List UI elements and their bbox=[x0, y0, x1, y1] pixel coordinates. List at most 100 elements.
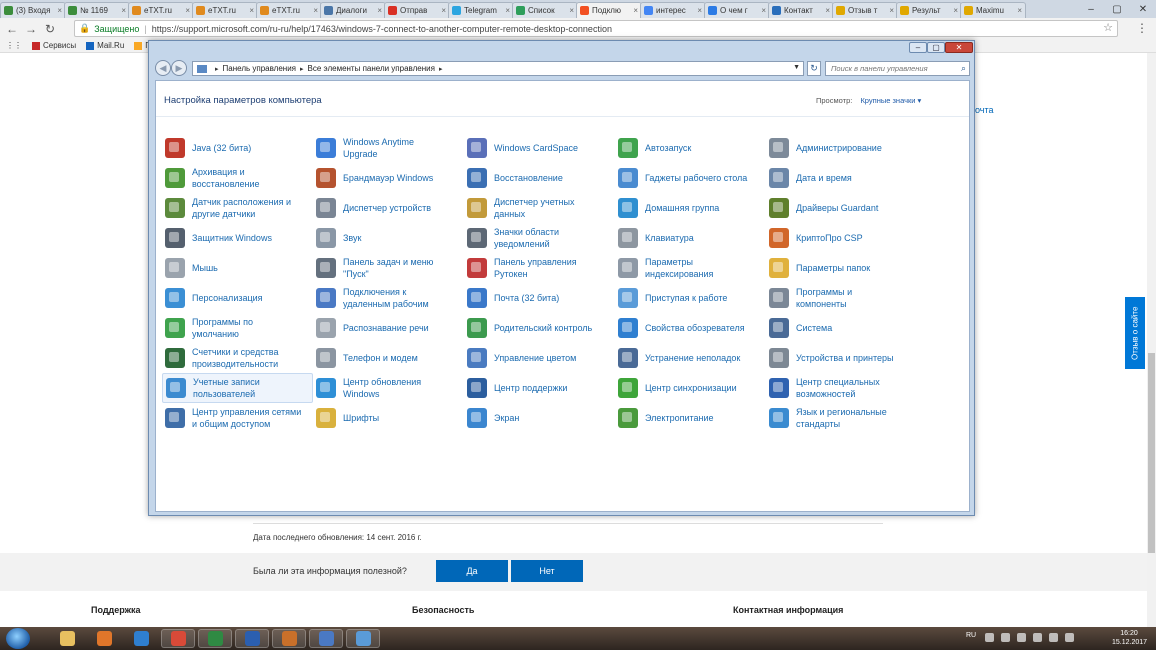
browser-tab[interactable]: eTXT.ru × bbox=[192, 2, 258, 18]
tab-close-icon[interactable]: × bbox=[249, 6, 254, 15]
control-panel-item[interactable]: Персонализация bbox=[162, 283, 313, 313]
taskbar-app-button[interactable] bbox=[50, 629, 84, 648]
reload-icon[interactable]: ↻ bbox=[42, 21, 58, 37]
taskbar-app-button[interactable] bbox=[309, 629, 343, 648]
control-panel-item[interactable]: Электропитание bbox=[615, 403, 766, 433]
control-panel-item[interactable]: Дата и время bbox=[766, 163, 917, 193]
flag-icon[interactable] bbox=[985, 633, 994, 642]
browser-tab[interactable]: Подклю × bbox=[576, 2, 642, 18]
back-arrow-icon[interactable]: ← bbox=[4, 21, 20, 37]
control-panel-item[interactable]: Java (32 бита) bbox=[162, 133, 313, 163]
network-icon[interactable] bbox=[1017, 633, 1026, 642]
chevron-down-icon[interactable]: ▼ bbox=[793, 64, 800, 71]
forward-arrow-icon[interactable]: ▶ bbox=[171, 60, 187, 76]
control-panel-titlebar[interactable]: – ▢ ✕ bbox=[149, 41, 974, 55]
apps-grid-icon[interactable]: ⋮⋮ bbox=[6, 41, 22, 50]
control-panel-item[interactable]: Устройства и принтеры bbox=[766, 343, 917, 373]
breadcrumb[interactable]: ▸ Панель управления ▸ Все элементы панел… bbox=[192, 61, 804, 76]
search-icon[interactable]: ⌕ bbox=[961, 63, 966, 74]
tab-close-icon[interactable]: × bbox=[697, 6, 702, 15]
breadcrumb-item[interactable]: Панель управления bbox=[223, 64, 297, 73]
control-panel-item[interactable]: Гаджеты рабочего стола bbox=[615, 163, 766, 193]
control-panel-item[interactable]: Мышь bbox=[162, 253, 313, 283]
browser-tab[interactable]: Maximu × bbox=[960, 2, 1026, 18]
volume-icon[interactable] bbox=[1033, 633, 1042, 642]
minimize-icon[interactable]: – bbox=[1078, 0, 1104, 18]
start-button[interactable] bbox=[6, 628, 30, 649]
menu-icon[interactable]: ⋮ bbox=[1136, 21, 1148, 35]
bookmark-item[interactable]: Mail.Ru bbox=[86, 41, 124, 50]
taskbar-app-button[interactable] bbox=[198, 629, 232, 648]
control-panel-item[interactable]: Подключения к удаленным рабочим bbox=[313, 283, 464, 313]
tab-close-icon[interactable]: × bbox=[313, 6, 318, 15]
back-arrow-icon[interactable]: ◀ bbox=[155, 60, 171, 76]
partial-link[interactable]: очта bbox=[975, 105, 994, 115]
taskbar-app-button[interactable] bbox=[161, 629, 195, 648]
control-panel-item[interactable]: Устранение неполадок bbox=[615, 343, 766, 373]
control-panel-item[interactable]: Центр специальных возможностей bbox=[766, 373, 917, 403]
browser-tab[interactable]: Диалоги × bbox=[320, 2, 386, 18]
notification-icon[interactable] bbox=[1065, 633, 1074, 642]
tab-close-icon[interactable]: × bbox=[185, 6, 190, 15]
browser-tab[interactable]: Контакт × bbox=[768, 2, 834, 18]
control-panel-item[interactable]: Программы и компоненты bbox=[766, 283, 917, 313]
control-panel-item[interactable]: Панель задач и меню "Пуск" bbox=[313, 253, 464, 283]
control-panel-item[interactable]: Windows Anytime Upgrade bbox=[313, 133, 464, 163]
control-panel-item[interactable]: Шрифты bbox=[313, 403, 464, 433]
control-panel-item[interactable]: Параметры индексирования bbox=[615, 253, 766, 283]
browser-tab[interactable]: О чем г × bbox=[704, 2, 770, 18]
clock[interactable]: 16:20 15.12.2017 bbox=[1112, 629, 1147, 647]
control-panel-item[interactable]: Счетчики и средства производительности bbox=[162, 343, 313, 373]
browser-tab[interactable]: Отправ × bbox=[384, 2, 450, 18]
tab-close-icon[interactable]: × bbox=[825, 6, 830, 15]
control-panel-item[interactable]: Автозапуск bbox=[615, 133, 766, 163]
control-panel-item[interactable]: Экран bbox=[464, 403, 615, 433]
taskbar-app-button[interactable] bbox=[346, 629, 380, 648]
control-panel-item[interactable]: Свойства обозревателя bbox=[615, 313, 766, 343]
taskbar-app-button[interactable] bbox=[87, 629, 121, 648]
scroll-thumb[interactable] bbox=[1148, 353, 1155, 553]
control-panel-item[interactable]: Центр поддержки bbox=[464, 373, 615, 403]
browser-tab[interactable]: eTXT.ru × bbox=[256, 2, 322, 18]
control-panel-item[interactable]: Датчик расположения и другие датчики bbox=[162, 193, 313, 223]
search-input[interactable]: Поиск в панели управления ⌕ bbox=[825, 61, 970, 76]
minimize-icon[interactable]: – bbox=[909, 42, 927, 53]
bookmark-item[interactable]: Сервисы bbox=[32, 41, 76, 50]
control-panel-item[interactable]: Распознавание речи bbox=[313, 313, 464, 343]
control-panel-item[interactable]: Параметры папок bbox=[766, 253, 917, 283]
refresh-icon[interactable]: ↻ bbox=[807, 61, 821, 76]
control-panel-item[interactable]: Защитник Windows bbox=[162, 223, 313, 253]
page-scrollbar[interactable] bbox=[1147, 53, 1156, 627]
control-panel-item[interactable]: Драйверы Guardant bbox=[766, 193, 917, 223]
control-panel-item[interactable]: Родительский контроль bbox=[464, 313, 615, 343]
control-panel-item[interactable]: Диспетчер устройств bbox=[313, 193, 464, 223]
bookmark-star-icon[interactable]: ☆ bbox=[1103, 21, 1113, 34]
tab-close-icon[interactable]: × bbox=[633, 6, 638, 15]
browser-tab[interactable]: интерес × bbox=[640, 2, 706, 18]
browser-tab[interactable]: Отзыв т × bbox=[832, 2, 898, 18]
tab-close-icon[interactable]: × bbox=[57, 6, 62, 15]
tab-close-icon[interactable]: × bbox=[953, 6, 958, 15]
control-panel-item[interactable]: Панель управления Рутокен bbox=[464, 253, 615, 283]
close-icon[interactable]: ✕ bbox=[1130, 0, 1156, 18]
tab-close-icon[interactable]: × bbox=[889, 6, 894, 15]
site-feedback-button[interactable]: Отзыв о сайте bbox=[1125, 297, 1145, 369]
control-panel-item[interactable]: Учетные записи пользователей bbox=[162, 373, 313, 403]
tab-close-icon[interactable]: × bbox=[121, 6, 126, 15]
no-button[interactable]: Нет bbox=[511, 560, 583, 582]
control-panel-item[interactable]: Домашняя группа bbox=[615, 193, 766, 223]
control-panel-item[interactable]: Администрирование bbox=[766, 133, 917, 163]
tab-close-icon[interactable]: × bbox=[569, 6, 574, 15]
control-panel-item[interactable]: Телефон и модем bbox=[313, 343, 464, 373]
control-panel-item[interactable]: Звук bbox=[313, 223, 464, 253]
taskbar-app-button[interactable] bbox=[124, 629, 158, 648]
browser-tab[interactable]: Telegram × bbox=[448, 2, 514, 18]
taskbar-app-button[interactable] bbox=[235, 629, 269, 648]
url-text[interactable]: https://support.microsoft.com/ru-ru/help… bbox=[152, 24, 612, 34]
browser-tab[interactable]: Результ × bbox=[896, 2, 962, 18]
view-dropdown[interactable]: Крупные значки bbox=[860, 96, 921, 105]
tab-close-icon[interactable]: × bbox=[441, 6, 446, 15]
control-panel-item[interactable]: Центр управления сетями и общим доступом bbox=[162, 403, 313, 433]
browser-tab[interactable]: eTXT.ru × bbox=[128, 2, 194, 18]
breadcrumb-item[interactable]: Все элементы панели управления bbox=[308, 64, 435, 73]
